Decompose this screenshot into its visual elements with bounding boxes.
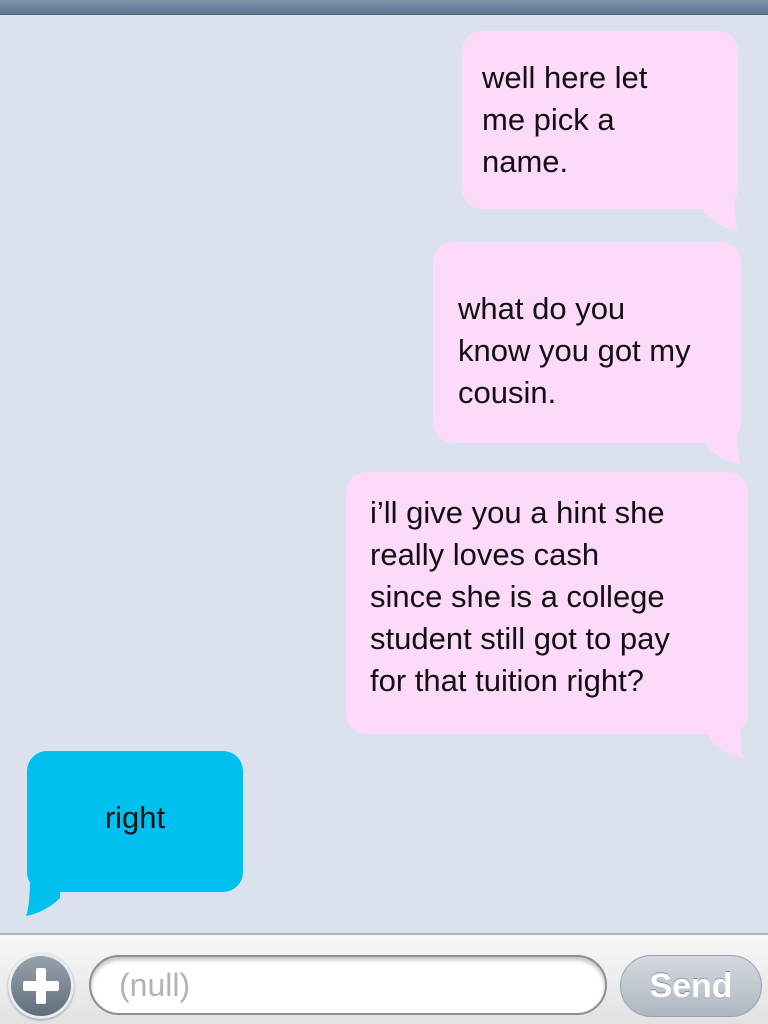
plus-circle-icon <box>23 968 59 1004</box>
top-bar <box>0 0 768 15</box>
bubble-tail <box>26 876 60 916</box>
incoming-message-bubble: right <box>27 751 243 892</box>
outgoing-message-bubble: what do you know you got my cousin. <box>433 242 741 443</box>
send-button[interactable]: Send <box>620 955 762 1017</box>
outgoing-message-bubble: well here let me pick a name. <box>462 31 738 209</box>
message-composer: Send <box>0 933 768 1024</box>
add-attachment-button[interactable] <box>8 953 74 1019</box>
bubble-tail <box>707 425 741 465</box>
message-input[interactable] <box>89 955 607 1015</box>
bubble-tail <box>710 718 744 758</box>
bubble-tail <box>704 191 738 231</box>
message-thread[interactable]: well here let me pick a name. what do yo… <box>0 15 768 933</box>
outgoing-message-bubble: i’ll give you a hint she really loves ca… <box>346 472 748 734</box>
